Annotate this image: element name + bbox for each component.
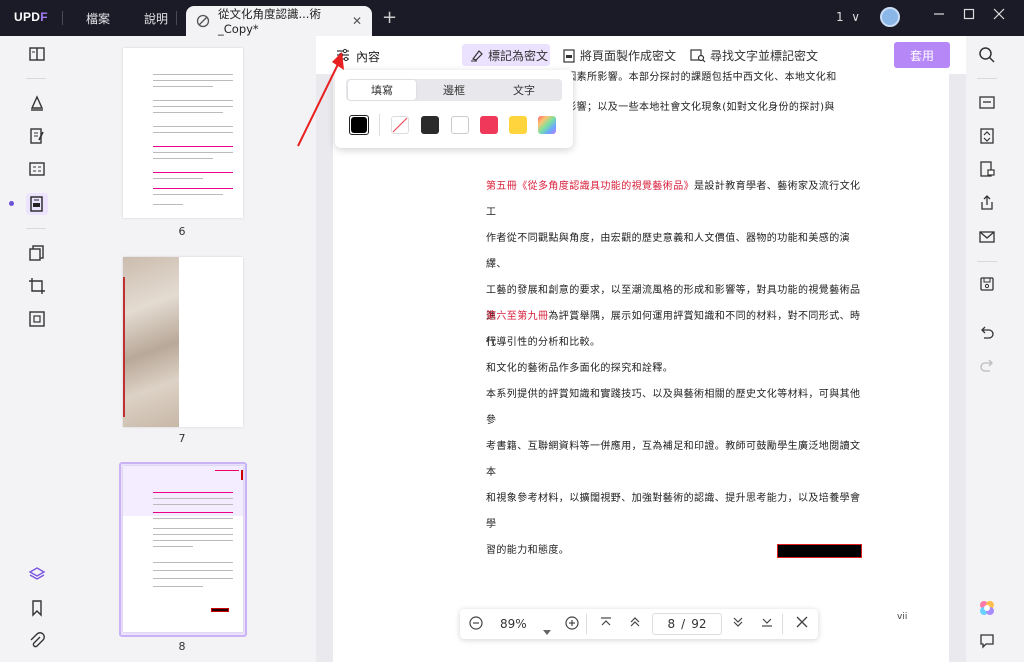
thumbnail-page-number: 6 <box>178 225 186 238</box>
attachment-icon[interactable] <box>26 630 48 652</box>
save-icon[interactable] <box>978 275 996 293</box>
toolbar-divider <box>977 261 997 262</box>
toolbar-divider <box>977 78 997 79</box>
zoom-level[interactable]: 89% <box>500 617 527 631</box>
crop-icon[interactable] <box>26 275 48 297</box>
redact-pages-button[interactable]: 將頁面製作成密文 <box>562 47 676 64</box>
edit-pdf-icon[interactable] <box>26 125 48 147</box>
mark-redaction-button[interactable]: 標記為密文 <box>462 44 550 66</box>
red-text: 第五冊《從多角度認識具功能的視覺藝術品》 <box>486 181 694 192</box>
updf-logo: UPDF <box>14 10 48 24</box>
share-icon[interactable] <box>978 194 996 212</box>
marker-icon <box>470 48 484 62</box>
search-icon[interactable] <box>978 46 996 64</box>
swatch-white[interactable] <box>451 116 469 134</box>
bookmark-icon[interactable] <box>26 597 48 619</box>
paragraph-series: 本系列提供的評賞知識和實踐技巧、以及與藝術相關的歷史文化等材料，可與其他參 考書… <box>486 389 861 556</box>
comment-icon[interactable] <box>26 92 48 114</box>
chevron-down-icon: ∨ <box>851 10 861 24</box>
title-separator <box>62 11 63 25</box>
apply-button[interactable]: 套用 <box>894 42 950 68</box>
page-thumbnail[interactable] <box>123 48 243 218</box>
redaction-mark[interactable] <box>777 544 862 558</box>
zoom-divider <box>586 614 587 634</box>
reader-icon[interactable] <box>26 43 48 65</box>
document-tab-title: 從文化角度認識...術_Copy* <box>218 7 321 36</box>
menu-file[interactable]: 檔案 <box>86 10 110 27</box>
email-icon[interactable] <box>978 228 996 246</box>
ai-assistant-icon[interactable] <box>978 599 996 617</box>
new-tab-button[interactable]: + <box>382 7 397 28</box>
first-page-icon[interactable] <box>600 616 612 632</box>
last-page-icon[interactable] <box>761 616 773 632</box>
layers-icon[interactable] <box>26 563 48 585</box>
swatch-custom-color[interactable] <box>538 116 556 134</box>
next-page-icon[interactable] <box>732 616 744 632</box>
zoom-out-icon[interactable] <box>469 616 483 634</box>
content-settings-button[interactable]: 內容 <box>356 48 380 65</box>
page-number-input[interactable]: 8/92 <box>652 613 722 635</box>
swatch-yellow[interactable] <box>509 116 527 134</box>
avatar[interactable] <box>880 7 900 27</box>
red-arrow-annotation <box>297 52 344 147</box>
page-footer-number: vii <box>897 612 908 622</box>
close-window-icon[interactable] <box>993 8 1005 24</box>
undo-icon[interactable] <box>978 324 996 342</box>
document-tab-icon <box>196 14 210 28</box>
page-redact-icon <box>562 48 576 63</box>
red-text: 第六至第九冊 <box>486 311 549 322</box>
tab-fill[interactable]: 填寫 <box>348 80 416 100</box>
tab-text[interactable]: 文字 <box>490 80 558 100</box>
swatch-none[interactable] <box>391 116 409 134</box>
paragraph-line: 閱情境因素所影響。本部分探討的課題包括中西文化、本地文化和 <box>535 72 837 83</box>
ocr-icon[interactable] <box>978 93 996 111</box>
title-separator <box>176 11 177 25</box>
search-redact-icon <box>690 48 706 63</box>
window-count[interactable]: 1 ∨ <box>836 10 860 24</box>
redo-icon[interactable] <box>978 357 996 375</box>
thumbnail-page-number: 7 <box>178 432 186 445</box>
organize-pages-icon[interactable] <box>26 242 48 264</box>
page-thumbnail[interactable] <box>123 466 243 632</box>
zoom-dropdown-icon[interactable] <box>543 621 551 640</box>
zoom-divider <box>782 614 783 634</box>
form-icon[interactable] <box>26 158 48 180</box>
zoom-in-icon[interactable] <box>565 616 579 634</box>
active-indicator <box>9 201 14 206</box>
paragraph-book6-9: 第六至第九冊為評賞舉隅，展示如何運用評賞知識和不同的材料，對不同形式、時代 和文… <box>486 311 861 374</box>
document-tab[interactable]: 從文化角度認識...術_Copy* ✕ <box>186 6 372 36</box>
close-tab-icon[interactable]: ✕ <box>352 14 362 28</box>
menu-help[interactable]: 說明 <box>144 10 168 27</box>
find-and-redact-button[interactable]: 尋找文字並標記密文 <box>690 47 818 64</box>
swatch-dark-gray[interactable] <box>421 116 439 134</box>
maximize-icon[interactable] <box>963 8 975 24</box>
feedback-icon[interactable] <box>978 632 996 650</box>
thumbnail-page-number: 8 <box>178 640 186 653</box>
previous-page-icon[interactable] <box>629 616 641 632</box>
redact-tool-icon[interactable] <box>26 193 48 215</box>
toolbar-divider <box>26 78 46 79</box>
tab-border[interactable]: 邊框 <box>420 80 488 100</box>
convert-icon[interactable] <box>978 127 996 145</box>
swatch-black[interactable] <box>351 117 367 133</box>
close-zoombar-icon[interactable] <box>796 616 808 632</box>
page-thumbnail[interactable] <box>123 257 243 427</box>
swatch-red[interactable] <box>480 116 498 134</box>
minimize-icon[interactable] <box>933 8 945 24</box>
toolbar-divider <box>26 228 46 229</box>
protect-icon[interactable] <box>978 160 996 178</box>
swatch-divider <box>379 114 380 136</box>
paragraph-line: 發展的影響；以及一些本地社會文化現象(如對文化身份的探討)與 <box>535 102 835 113</box>
tools-icon[interactable] <box>26 308 48 330</box>
